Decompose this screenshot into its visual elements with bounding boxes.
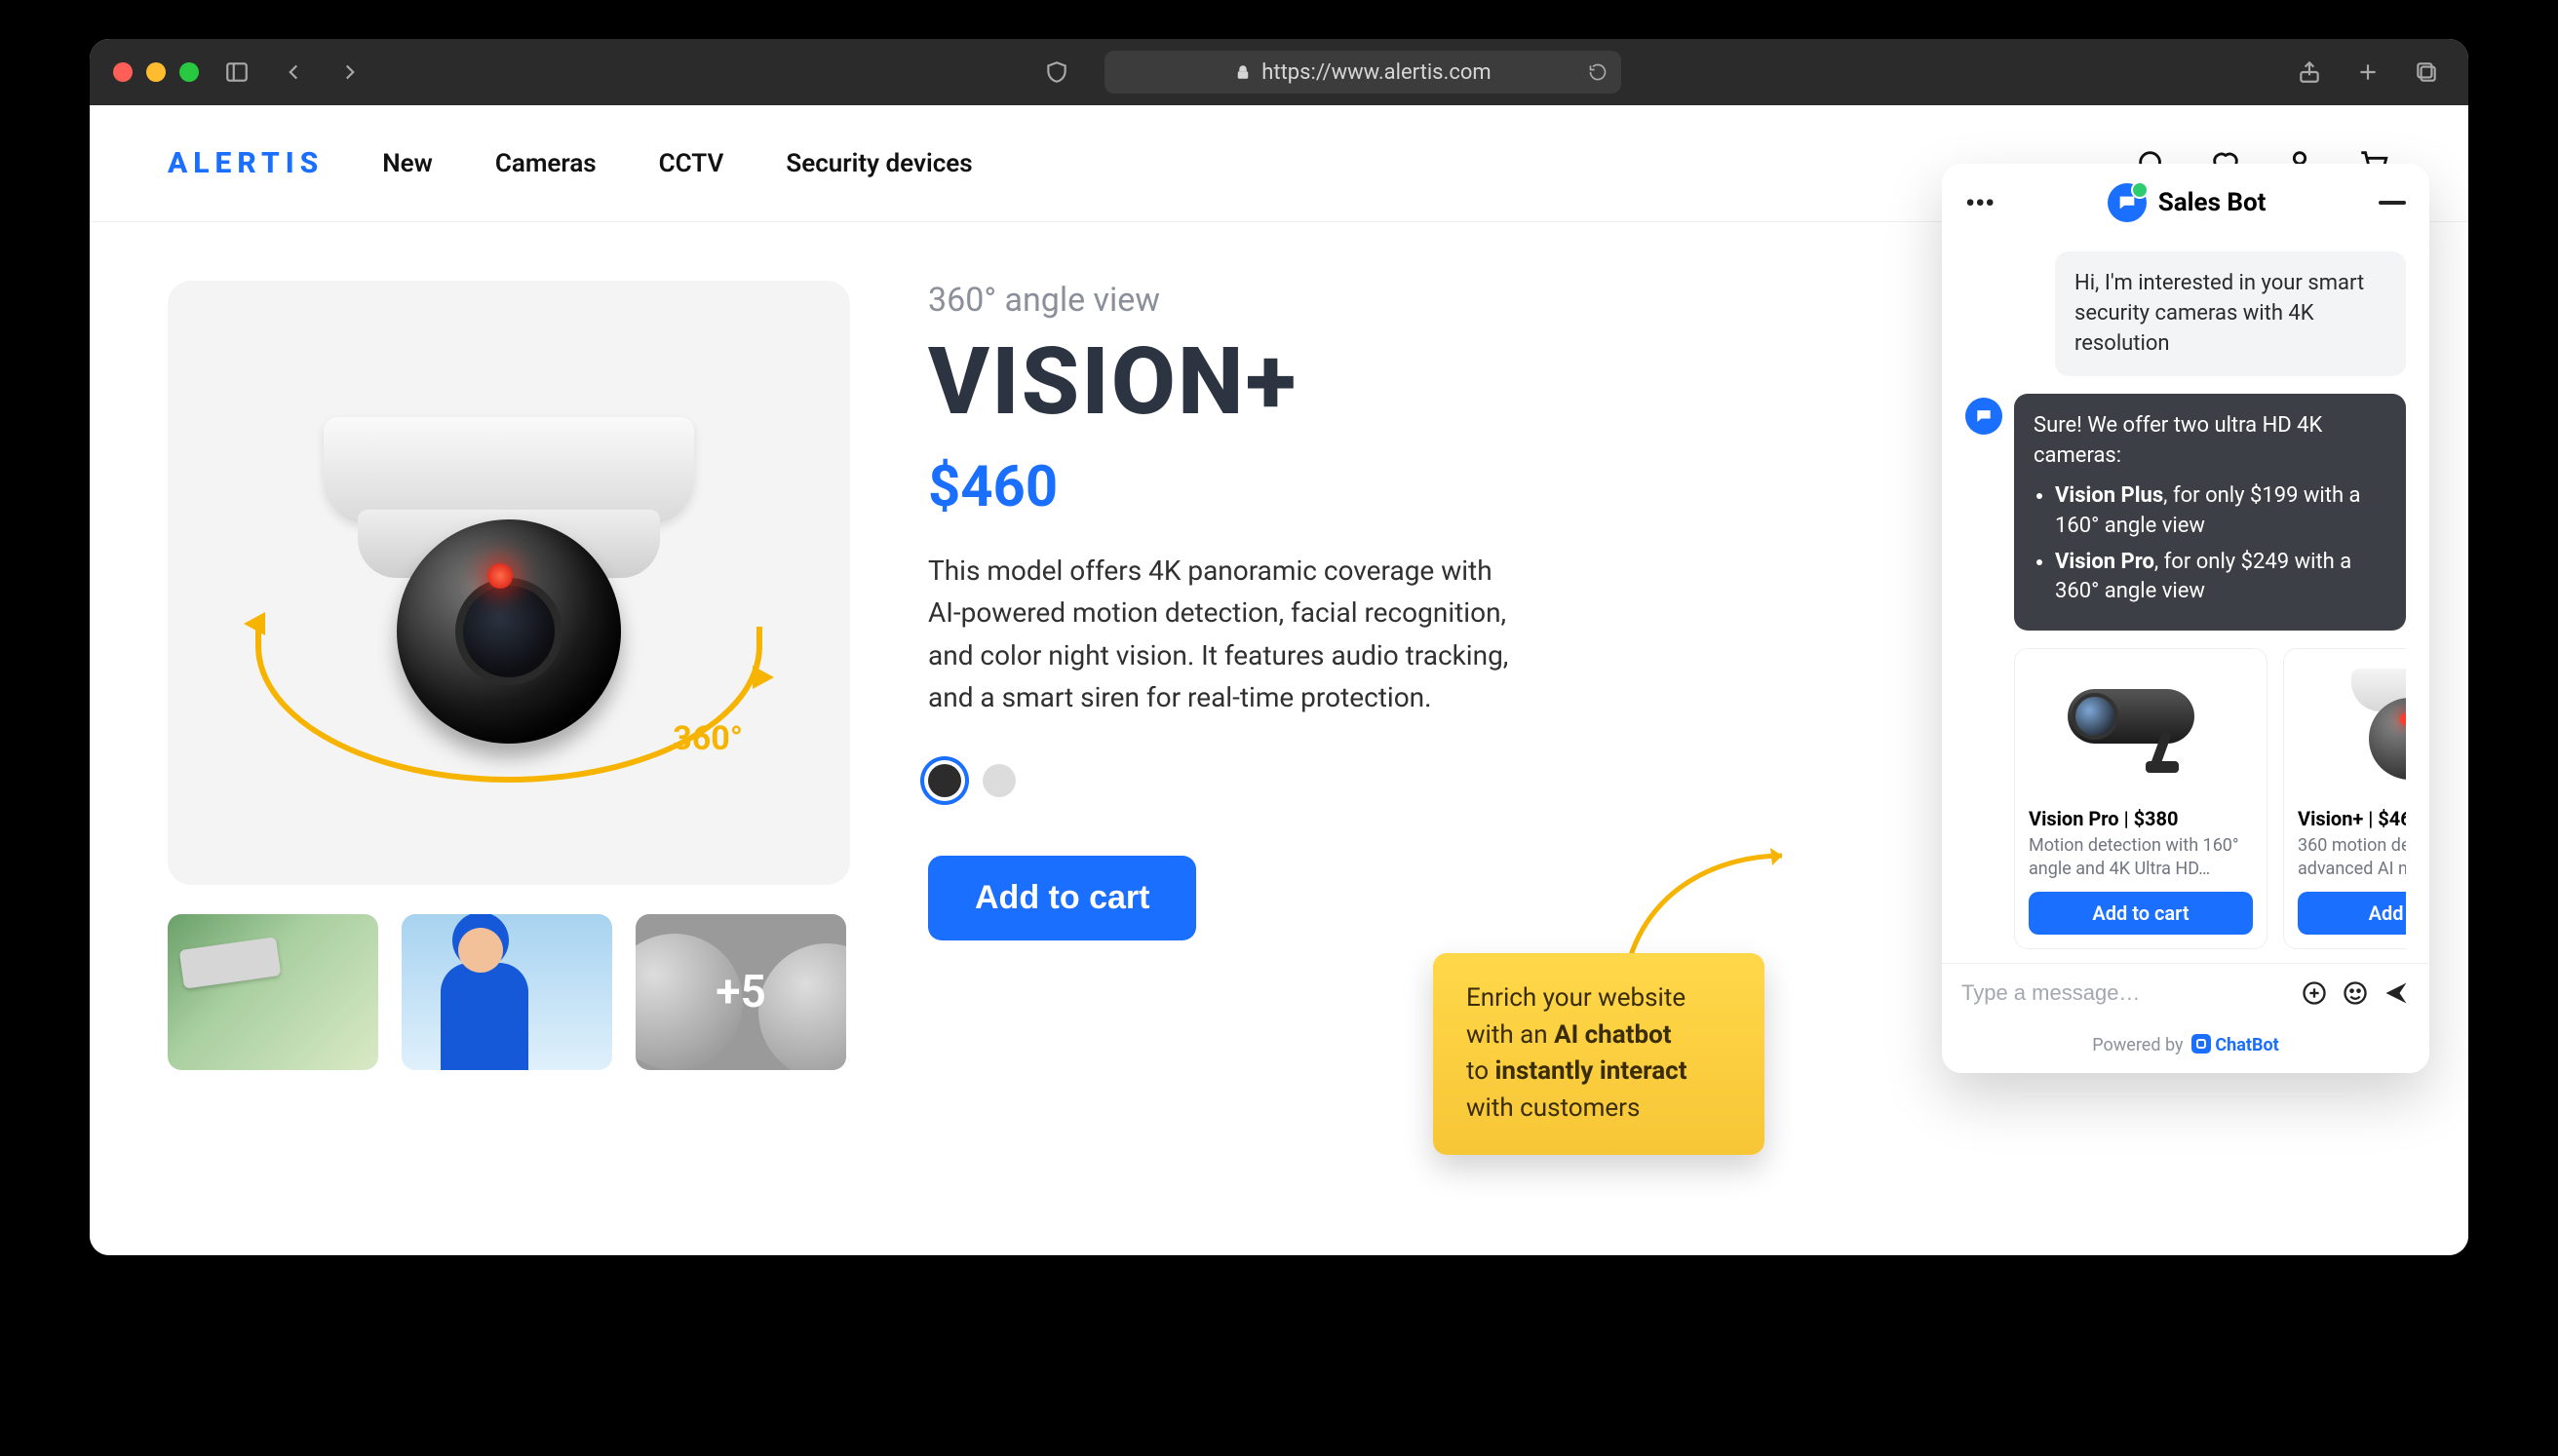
lock-icon (1234, 63, 1252, 81)
nav-security[interactable]: Security devices (786, 149, 972, 178)
callout-line3b: instantly interact (1495, 1056, 1687, 1086)
card-add-button[interactable]: Add to ca (2298, 892, 2406, 935)
emoji-icon[interactable] (2342, 979, 2369, 1007)
product-description: This model offers 4K panoramic coverage … (928, 550, 1513, 719)
card-vision-pro[interactable]: Vision Pro | $380 Motion detection with … (2014, 648, 2267, 949)
callout-line1: Enrich your website (1466, 983, 1686, 1013)
add-attachment-icon[interactable] (2301, 979, 2328, 1007)
nav-cameras[interactable]: Cameras (495, 149, 597, 178)
callout-line2b: AI chatbot (1554, 1020, 1671, 1050)
chat-menu-icon[interactable]: ••• (1965, 187, 1995, 219)
card-title: Vision Pro | $380 (2015, 795, 2267, 834)
new-tab-icon[interactable] (2349, 54, 2386, 91)
card-desc: 360 motion detection advanced AI motion … (2284, 834, 2406, 892)
minimize-window-icon[interactable] (146, 62, 166, 82)
chat-body: Hi, I'm interested in your smart securit… (1942, 242, 2429, 963)
chatbot-logo-icon (2191, 1034, 2211, 1054)
reload-icon[interactable] (1588, 62, 1608, 82)
zoom-window-icon[interactable] (179, 62, 199, 82)
product-gallery: 360° +5 (168, 281, 850, 1070)
thumbnail-1[interactable] (168, 914, 378, 1070)
offer1-name: Vision Plus (2055, 483, 2163, 508)
color-swatches (928, 764, 1630, 797)
powered-label: Powered by (2092, 1035, 2183, 1055)
user-message: Hi, I'm interested in your smart securit… (2055, 251, 2406, 376)
card-add-button[interactable]: Add to cart (2029, 892, 2253, 935)
close-window-icon[interactable] (113, 62, 133, 82)
thumbnail-2[interactable] (402, 914, 612, 1070)
card-image (2015, 649, 2267, 795)
tabs-overview-icon[interactable] (2408, 54, 2445, 91)
card-vision-plus[interactable]: Vision+ | $460 360 motion detection adva… (2283, 648, 2406, 949)
card-desc: Motion detection with 160° angle and 4K … (2015, 834, 2267, 892)
send-icon[interactable] (2383, 979, 2410, 1007)
forward-button[interactable] (331, 54, 368, 91)
bot-message: Sure! We offer two ultra HD 4K cameras: … (2014, 394, 2406, 631)
card-image (2284, 649, 2406, 795)
callout-line3a: to (1466, 1056, 1495, 1086)
chat-title-text: Sales Bot (2158, 188, 2267, 217)
chat-header: ••• Sales Bot (1942, 164, 2429, 242)
url-text: https://www.alertis.com (1261, 60, 1491, 85)
add-to-cart-button[interactable]: Add to cart (928, 856, 1196, 940)
privacy-shield-icon[interactable] (1038, 54, 1075, 91)
traffic-lights (113, 62, 199, 82)
product-price: $460 (928, 454, 1630, 520)
chat-input[interactable] (1961, 980, 2287, 1006)
bot-avatar-icon (2108, 183, 2147, 222)
chat-minimize-icon[interactable] (2379, 201, 2406, 205)
bot-message-avatar-icon (1965, 398, 2002, 435)
product-title: VISION+ (928, 327, 1630, 437)
nav-new[interactable]: New (382, 149, 433, 178)
thumbnail-row: +5 (168, 914, 850, 1070)
product-hero-image[interactable]: 360° (168, 281, 850, 885)
marketing-callout: Enrich your website with an AI chatbot t… (1433, 953, 1764, 1155)
nav-cctv[interactable]: CCTV (659, 149, 724, 178)
page: ALERTIS New Cameras CCTV Security device… (90, 105, 2468, 1255)
swatch-dark[interactable] (928, 764, 961, 797)
browser-window: https://www.alertis.com ALERTIS New Came… (90, 39, 2468, 1255)
thumbnail-more-label: +5 (716, 966, 766, 1018)
chat-widget: ••• Sales Bot Hi, I'm interested in your… (1942, 164, 2429, 1073)
main-nav: New Cameras CCTV Security devices (382, 149, 972, 178)
bullet-camera-icon (2068, 683, 2214, 761)
sidebar-toggle-icon[interactable] (218, 54, 255, 91)
chat-powered-by: Powered by ChatBot (1942, 1022, 2429, 1073)
product-cards: Vision Pro | $380 Motion detection with … (1965, 648, 2406, 949)
titlebar: https://www.alertis.com (90, 39, 2468, 105)
brand-logo[interactable]: ALERTIS (168, 146, 324, 180)
address-bar[interactable]: https://www.alertis.com (1105, 51, 1621, 94)
swatch-light[interactable] (983, 764, 1016, 797)
callout-line2a: with an (1466, 1020, 1554, 1050)
offer2-name: Vision Pro (2055, 550, 2154, 574)
dome-camera-illustration: 360° (324, 417, 694, 748)
product-subtitle: 360° angle view (928, 281, 1630, 320)
share-icon[interactable] (2291, 54, 2328, 91)
powered-brand[interactable]: ChatBot (2215, 1035, 2278, 1055)
thumbnail-more[interactable]: +5 (636, 914, 846, 1070)
chat-input-row (1942, 963, 2429, 1022)
callout-line4: with customers (1466, 1093, 1640, 1123)
bot-intro: Sure! We offer two ultra HD 4K cameras: (2034, 413, 2322, 468)
angle-label: 360° (673, 719, 743, 758)
product-detail: 360° angle view VISION+ $460 This model … (928, 281, 1630, 1070)
dome-camera-icon (2351, 669, 2406, 776)
card-title: Vision+ | $460 (2284, 795, 2406, 834)
back-button[interactable] (275, 54, 312, 91)
